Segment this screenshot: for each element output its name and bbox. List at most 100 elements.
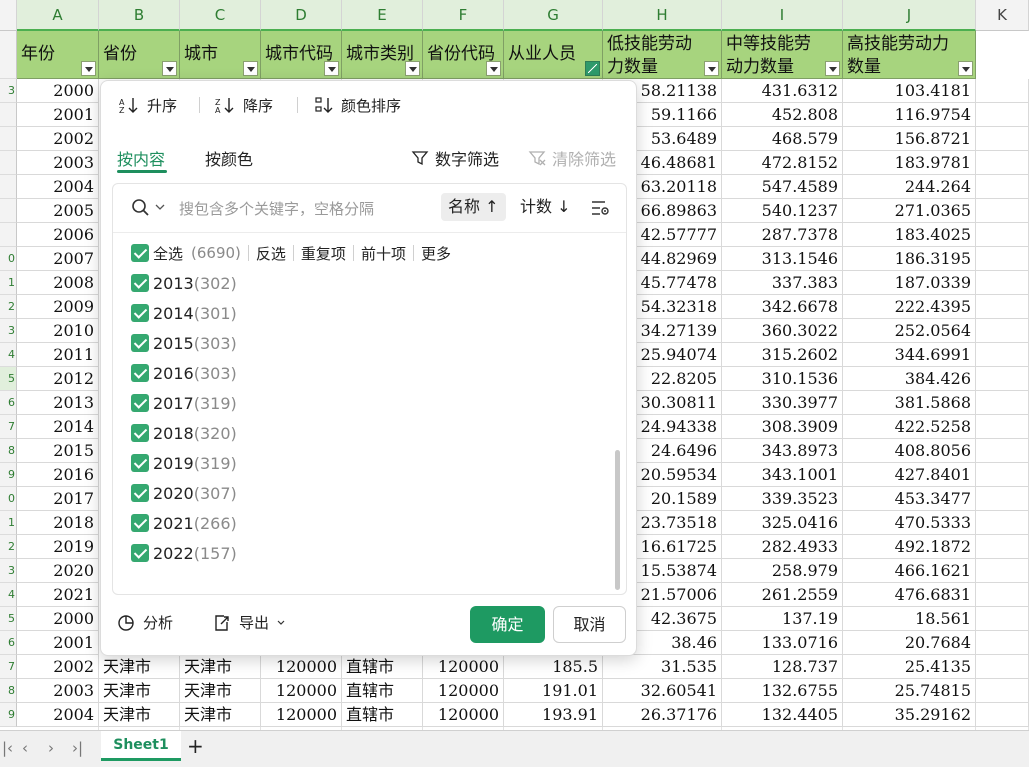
cell-mid-skill[interactable]: 310.1536 [722, 367, 843, 391]
row-header[interactable]: 3 [0, 319, 17, 343]
row-header[interactable]: 3 [0, 79, 17, 103]
cell-mid-skill[interactable]: 472.8152 [722, 151, 843, 175]
cell-mid-skill[interactable]: 287.7378 [722, 223, 843, 247]
cell-high-skill[interactable]: 156.8721 [843, 127, 976, 151]
item-checkbox[interactable] [131, 364, 149, 382]
filter-value-item[interactable]: 2014 (301) [131, 301, 237, 325]
row-header[interactable]: 1 [0, 271, 17, 295]
cell-mid-skill[interactable]: 330.3977 [722, 391, 843, 415]
row-header[interactable]: 2 [0, 295, 17, 319]
cell-mid-skill[interactable]: 547.4589 [722, 175, 843, 199]
cell-year[interactable]: 2012 [17, 367, 99, 391]
cell-empty[interactable] [976, 607, 1029, 631]
cell-mid-skill[interactable]: 343.1001 [722, 463, 843, 487]
filter-value-item[interactable]: 2017 (319) [131, 391, 237, 415]
filter-value-item[interactable]: 2019 (319) [131, 451, 237, 475]
cell-mid-skill[interactable]: 133.0716 [722, 631, 843, 655]
active-filter-button[interactable] [585, 61, 600, 76]
cell-year[interactable]: 2018 [17, 511, 99, 535]
export-button[interactable]: 导出 [213, 612, 285, 633]
cell-year[interactable]: 2009 [17, 295, 99, 319]
row-header[interactable]: 9 [0, 703, 17, 727]
cell-empty[interactable] [976, 511, 1029, 535]
cell-year[interactable]: 2001 [17, 103, 99, 127]
cell-mid-skill[interactable]: 431.6312 [722, 79, 843, 103]
cell-d[interactable]: 120000 [261, 655, 342, 679]
first-sheet-arrow-icon[interactable]: |‹ [2, 739, 13, 757]
item-checkbox[interactable] [131, 484, 149, 502]
filter-dropdown-button[interactable] [81, 61, 96, 76]
cell-mid-skill[interactable]: 313.1546 [722, 247, 843, 271]
cell-year[interactable]: 2020 [17, 559, 99, 583]
cell-empty[interactable] [976, 415, 1029, 439]
column-header[interactable]: A [17, 0, 99, 31]
cell-b[interactable]: 天津市 [99, 703, 180, 727]
cell-high-skill[interactable]: 25.4135 [843, 655, 976, 679]
cell-year[interactable]: 2010 [17, 319, 99, 343]
filter-dropdown-button[interactable] [825, 61, 840, 76]
cell-high-skill[interactable]: 18.561 [843, 607, 976, 631]
row-header[interactable]: 6 [0, 391, 17, 415]
column-header[interactable]: B [99, 0, 180, 31]
column-header[interactable]: J [843, 0, 976, 31]
cell-empty[interactable] [976, 175, 1029, 199]
cell-empty[interactable] [976, 439, 1029, 463]
row-header[interactable]: 7 [0, 655, 17, 679]
column-header[interactable]: G [504, 0, 603, 31]
cell-high-skill[interactable]: 25.74815 [843, 679, 976, 703]
column-header[interactable]: K [976, 0, 1029, 31]
row-header[interactable] [0, 31, 17, 79]
cell-mid-skill[interactable]: 360.3022 [722, 319, 843, 343]
cell-empty[interactable] [976, 535, 1029, 559]
cell-high-skill[interactable]: 466.1621 [843, 559, 976, 583]
column-header[interactable]: F [423, 0, 504, 31]
prev-sheet-arrow-icon[interactable]: ‹ [22, 739, 28, 757]
cell-empty[interactable] [976, 271, 1029, 295]
cell-year[interactable]: 2004 [17, 703, 99, 727]
cell-high-skill[interactable]: 344.6991 [843, 343, 976, 367]
invert-selection-link[interactable]: 反选 [256, 243, 286, 264]
cell-year[interactable]: 2000 [17, 79, 99, 103]
filter-dropdown-button[interactable] [486, 61, 501, 76]
cell-high-skill[interactable]: 384.426 [843, 367, 976, 391]
cell-empty[interactable] [976, 583, 1029, 607]
cell-high-skill[interactable]: 492.1872 [843, 535, 976, 559]
cell-mid-skill[interactable]: 540.1237 [722, 199, 843, 223]
cell-high-skill[interactable]: 20.7684 [843, 631, 976, 655]
filter-dropdown-button[interactable] [958, 61, 973, 76]
cell-mid-skill[interactable]: 325.0416 [722, 511, 843, 535]
cell-high-skill[interactable]: 422.5258 [843, 415, 976, 439]
filter-dropdown-button[interactable] [162, 61, 177, 76]
cell-year[interactable]: 2011 [17, 343, 99, 367]
cell-mid-skill[interactable]: 137.19 [722, 607, 843, 631]
cell-e[interactable]: 直辖市 [342, 703, 423, 727]
filter-value-item[interactable]: 2013 (302) [131, 271, 237, 295]
tab-by-color[interactable]: 按颜色 [205, 146, 253, 170]
select-all-checkbox[interactable] [131, 244, 149, 262]
cell-f[interactable]: 120000 [423, 703, 504, 727]
cell-high-skill[interactable]: 271.0365 [843, 199, 976, 223]
cell-year[interactable]: 2004 [17, 175, 99, 199]
cell-year[interactable]: 2003 [17, 679, 99, 703]
cell-year[interactable]: 2019 [17, 535, 99, 559]
cell-mid-skill[interactable]: 315.2602 [722, 343, 843, 367]
row-header[interactable] [0, 175, 17, 199]
cell-year[interactable]: 2006 [17, 223, 99, 247]
filter-value-item[interactable]: 2016 (303) [131, 361, 237, 385]
select-all-label[interactable]: 全选 [153, 243, 183, 264]
cell-year[interactable]: 2021 [17, 583, 99, 607]
cell-mid-skill[interactable]: 258.979 [722, 559, 843, 583]
cell-f[interactable]: 120000 [423, 655, 504, 679]
analyze-button[interactable]: 分析 [117, 612, 173, 633]
row-header[interactable]: 8 [0, 439, 17, 463]
cell-empty[interactable] [976, 79, 1029, 103]
cell-empty[interactable] [976, 151, 1029, 175]
cell-mid-skill[interactable]: 308.3909 [722, 415, 843, 439]
cell-year[interactable]: 2013 [17, 391, 99, 415]
cell-b[interactable]: 天津市 [99, 655, 180, 679]
row-header[interactable]: 0 [0, 487, 17, 511]
cell-mid-skill[interactable]: 452.808 [722, 103, 843, 127]
cell-mid-skill[interactable]: 132.6755 [722, 679, 843, 703]
cell-f[interactable]: 120000 [423, 679, 504, 703]
cell-high-skill[interactable]: 103.4181 [843, 79, 976, 103]
